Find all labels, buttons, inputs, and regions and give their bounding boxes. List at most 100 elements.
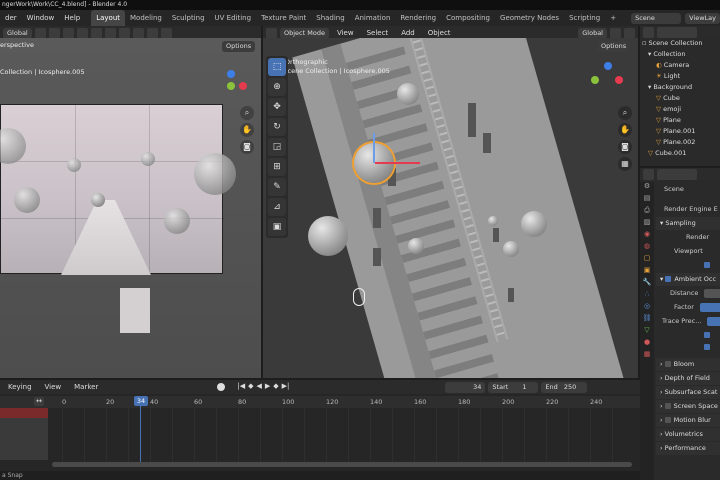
menu-marker[interactable]: Marker: [69, 380, 103, 394]
tab-rendering[interactable]: Rendering: [395, 10, 441, 26]
annotate-icon[interactable]: ✎: [268, 178, 286, 196]
material-tab-icon[interactable]: ●: [640, 338, 654, 350]
collection-tab-icon[interactable]: ▢: [640, 254, 654, 266]
outliner-item-cube-001[interactable]: ▽ Cube.001: [640, 148, 720, 159]
tab-geometry-nodes[interactable]: Geometry Nodes: [495, 10, 564, 26]
main-options-button[interactable]: Options: [597, 41, 631, 52]
view-layer-tab-icon[interactable]: ▨: [640, 218, 654, 230]
section-depth-of-field[interactable]: › Depth of Field: [656, 372, 720, 385]
bloom-checkbox[interactable]: [664, 361, 671, 367]
pan-hand-icon[interactable]: ✋: [618, 123, 632, 137]
outliner-item-camera[interactable]: ◐ Camera: [640, 60, 720, 71]
visibility-icon[interactable]: [76, 27, 88, 39]
measure-icon[interactable]: ⊿: [268, 198, 286, 216]
jump-start-icon[interactable]: |◀: [237, 382, 245, 393]
main-orientation-dropdown[interactable]: Global: [578, 27, 607, 39]
distance-row[interactable]: Distance: [656, 286, 720, 300]
camera-view-icon[interactable]: ◙: [618, 140, 632, 154]
tab-layout[interactable]: Layout: [91, 10, 126, 26]
gizmo-icon[interactable]: [90, 27, 102, 39]
grid-view-icon[interactable]: ▦: [618, 157, 632, 171]
section-ambient-occlusion[interactable]: ▾ Ambient Occ: [656, 273, 720, 286]
bent-normals-checkbox[interactable]: [656, 328, 720, 342]
transform-icon[interactable]: ⊞: [268, 158, 286, 176]
properties-editor-icon[interactable]: [643, 168, 654, 180]
physics-tab-icon[interactable]: ◎: [640, 302, 654, 314]
editor-type-icon[interactable]: [266, 27, 277, 39]
viewport-samples-row[interactable]: Viewport: [656, 244, 720, 258]
bounces-checkbox[interactable]: [656, 342, 720, 352]
data-tab-icon[interactable]: ▽: [640, 326, 654, 338]
trace-precision-row[interactable]: Trace Prec...: [656, 314, 720, 328]
outliner-item-light[interactable]: ☀ Light: [640, 71, 720, 82]
play-icon[interactable]: ▶: [265, 382, 270, 393]
timeline-scrollbar[interactable]: [52, 462, 632, 467]
tab-sculpting[interactable]: Sculpting: [167, 10, 210, 26]
viewlayer-selector[interactable]: ViewLay: [685, 12, 720, 24]
menu-view-timeline[interactable]: View: [40, 380, 67, 394]
camera-view-icon[interactable]: ◙: [240, 140, 254, 154]
navigation-gizmo[interactable]: [215, 70, 249, 104]
next-keyframe-icon[interactable]: ◆: [273, 382, 278, 393]
current-frame-field[interactable]: 34: [445, 381, 486, 393]
xray-icon[interactable]: [118, 27, 130, 39]
section-performance[interactable]: › Performance: [656, 442, 720, 455]
ao-enable-checkbox[interactable]: [665, 276, 672, 282]
shading-material-icon[interactable]: [146, 27, 158, 39]
left-orientation-dropdown[interactable]: Global: [3, 27, 32, 39]
playhead-indicator[interactable]: 34: [134, 396, 148, 406]
scene-tab-icon[interactable]: ◉: [640, 230, 654, 242]
outliner-item-plane[interactable]: ▽ Plane: [640, 115, 720, 126]
section-motion-blur[interactable]: › Motion Blur: [656, 414, 720, 427]
end-frame-field[interactable]: End 250: [541, 381, 588, 393]
object-tab-icon[interactable]: ▣: [640, 266, 654, 278]
record-icon[interactable]: [217, 383, 226, 391]
cursor-icon[interactable]: ⊕: [268, 78, 286, 96]
pan-hand-icon[interactable]: ✋: [240, 123, 254, 137]
tab-compositing[interactable]: Compositing: [441, 10, 495, 26]
render-tab-icon[interactable]: ▤: [640, 194, 654, 206]
tab-scripting[interactable]: Scripting: [564, 10, 605, 26]
play-reverse-icon[interactable]: ◀: [256, 382, 261, 393]
outliner-search-input[interactable]: [657, 26, 697, 38]
left-options-button[interactable]: Options: [222, 41, 256, 52]
constraints-tab-icon[interactable]: ⛓: [640, 314, 654, 326]
filter-icon[interactable]: [643, 26, 654, 38]
pivot-icon[interactable]: [34, 27, 46, 39]
section-subsurface[interactable]: › Subsurface Scat: [656, 386, 720, 399]
shading-solid-icon[interactable]: [132, 27, 144, 39]
left-viewport[interactable]: erspective Collection | Icosphere.005 ⌕ …: [0, 38, 261, 378]
add-cube-icon[interactable]: ▣: [268, 218, 286, 236]
proportional-edit-icon[interactable]: [624, 27, 635, 39]
output-tab-icon[interactable]: ⎙: [640, 206, 654, 218]
outliner-item-background[interactable]: ▾ Background: [640, 82, 720, 93]
outliner-item-plane-001[interactable]: ▽ Plane.001: [640, 126, 720, 137]
outliner-item-scene-collection[interactable]: ▫ Scene Collection: [640, 38, 720, 49]
scale-icon[interactable]: ◲: [268, 138, 286, 156]
zoom-icon[interactable]: ⌕: [618, 106, 632, 120]
section-volumetrics[interactable]: › Volumetrics: [656, 428, 720, 441]
summary-channel[interactable]: [0, 408, 48, 418]
menu-help[interactable]: Help: [59, 10, 85, 26]
shading-rendered-icon[interactable]: [160, 27, 172, 39]
start-frame-field[interactable]: Start 1: [488, 381, 539, 393]
mode-dropdown[interactable]: Object Mode: [280, 27, 329, 39]
move-icon[interactable]: ✥: [268, 98, 286, 116]
properties-search-input[interactable]: [657, 168, 697, 180]
snap-icon[interactable]: [48, 27, 60, 39]
outliner-item-emoji[interactable]: ▽ emoji: [640, 104, 720, 115]
distance-field[interactable]: [704, 288, 720, 298]
tool-tab-icon[interactable]: ⚙: [640, 182, 654, 194]
texture-tab-icon[interactable]: ▦: [640, 350, 654, 362]
render-engine-row[interactable]: Render Engine E: [656, 202, 720, 216]
motion-blur-checkbox[interactable]: [664, 417, 671, 423]
outliner-item-plane-002[interactable]: ▽ Plane.002: [640, 137, 720, 148]
section-sampling[interactable]: ▾ Sampling: [656, 217, 720, 230]
menu-render[interactable]: der: [0, 10, 22, 26]
tab-uv-editing[interactable]: UV Editing: [210, 10, 257, 26]
menu-keying[interactable]: Keying: [3, 380, 37, 394]
prev-keyframe-icon[interactable]: ◆: [248, 382, 253, 393]
main-viewport[interactable]: User Orthographic (34) Scene Collection …: [263, 38, 638, 378]
menu-window[interactable]: Window: [22, 10, 60, 26]
factor-row[interactable]: Factor: [656, 300, 720, 314]
